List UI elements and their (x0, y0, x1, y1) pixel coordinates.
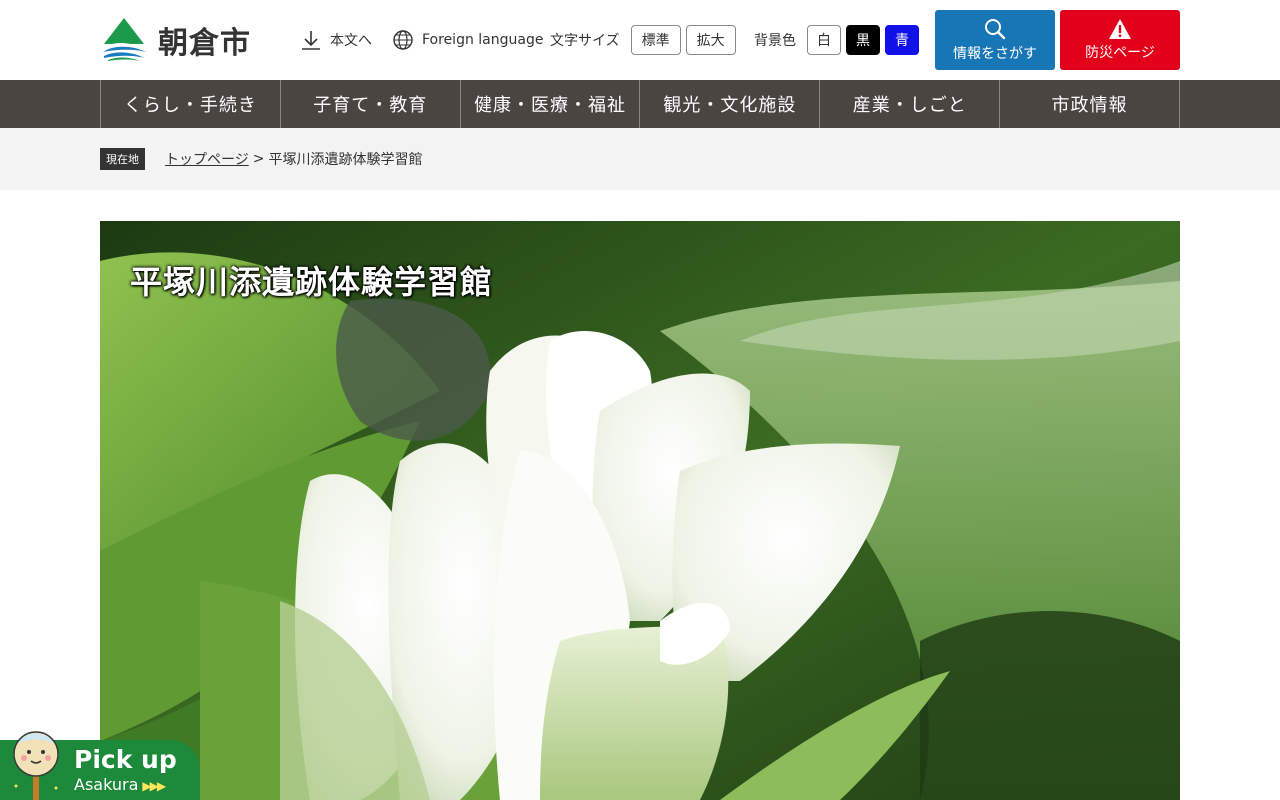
site-name: 朝倉市 (158, 26, 251, 61)
foreign-language-link[interactable]: Foreign language (392, 0, 543, 80)
nav-item-health[interactable]: 健康・医療・福祉 (461, 80, 641, 128)
breadcrumb-bar: 現在地 トップページ > 平塚川添遺跡体験学習館 (0, 128, 1280, 190)
disaster-page-button[interactable]: 防災ページ (1060, 10, 1180, 70)
disaster-page-label: 防災ページ (1085, 45, 1155, 61)
globe-icon (393, 30, 413, 50)
nav-item-label: 健康・医療・福祉 (474, 95, 627, 116)
site-header: 朝倉市 本文へ Foreign language 文字サイズ 標準 拡大 背景色… (0, 0, 1280, 80)
nav-item-city-info[interactable]: 市政情報 (1000, 80, 1180, 128)
nav-item-label: 産業・しごと (852, 95, 967, 116)
breadcrumb-current: 平塚川添遺跡体験学習館 (268, 152, 423, 168)
lotus-flower-image (100, 221, 1180, 800)
breadcrumb-separator: > (252, 151, 265, 167)
breadcrumb-home-link[interactable]: トップページ (165, 149, 249, 169)
bg-white-button[interactable]: 白 (807, 25, 841, 55)
nav-item-tourism[interactable]: 観光・文化施設 (640, 80, 821, 128)
warning-triangle-icon (1109, 19, 1131, 39)
magnifier-icon (985, 19, 1006, 40)
asakura-logo-icon (102, 18, 146, 61)
font-size-large-button[interactable]: 拡大 (685, 25, 736, 55)
search-info-button[interactable]: 情報をさがす (935, 10, 1055, 70)
bg-color-label: 背景色 (754, 33, 796, 49)
font-size-standard-button[interactable]: 標準 (630, 25, 681, 55)
nav-item-label: 市政情報 (1051, 95, 1128, 116)
pickup-subtitle-text: Asakura (74, 775, 139, 794)
breadcrumb: 現在地 トップページ > 平塚川添遺跡体験学習館 (100, 128, 422, 190)
bg-color-control: 背景色 白 黒 青 (754, 0, 919, 80)
global-nav: くらし・手続き 子育て・教育 健康・医療・福祉 観光・文化施設 産業・しごと 市… (0, 80, 1280, 128)
pickup-asakura-banner[interactable]: Pick up Asakura ▶▶▶ (0, 731, 200, 800)
skip-to-content-link[interactable]: 本文へ (300, 0, 372, 80)
search-info-label: 情報をさがす (953, 46, 1037, 62)
site-logo[interactable]: 朝倉市 (100, 18, 251, 62)
nav-item-living[interactable]: くらし・手続き (101, 80, 281, 128)
nav-item-label: くらし・手続き (123, 95, 257, 116)
mascot-icon (13, 731, 59, 800)
nav-item-industry[interactable]: 産業・しごと (820, 80, 1001, 128)
nav-item-childcare[interactable]: 子育て・教育 (281, 80, 461, 128)
triple-arrow-icon: ▶▶▶ (142, 779, 166, 793)
download-arrow-icon (302, 31, 320, 50)
font-size-label: 文字サイズ (550, 33, 620, 49)
bg-black-button[interactable]: 黒 (846, 25, 880, 55)
skip-link-label: 本文へ (330, 33, 372, 49)
pickup-subtitle: Asakura ▶▶▶ (74, 775, 166, 795)
font-size-control: 文字サイズ 標準 拡大 (550, 0, 736, 80)
bg-blue-button[interactable]: 青 (885, 25, 919, 55)
nav-item-label: 子育て・教育 (313, 95, 428, 116)
nav-item-label: 観光・文化施設 (663, 95, 797, 116)
foreign-language-label: Foreign language (422, 32, 544, 48)
hero-image: 平塚川添遺跡体験学習館 (100, 221, 1180, 800)
breadcrumb-tag: 現在地 (100, 148, 145, 170)
pickup-title: Pick up (74, 745, 177, 774)
page-title: 平塚川添遺跡体験学習館 (130, 263, 494, 301)
